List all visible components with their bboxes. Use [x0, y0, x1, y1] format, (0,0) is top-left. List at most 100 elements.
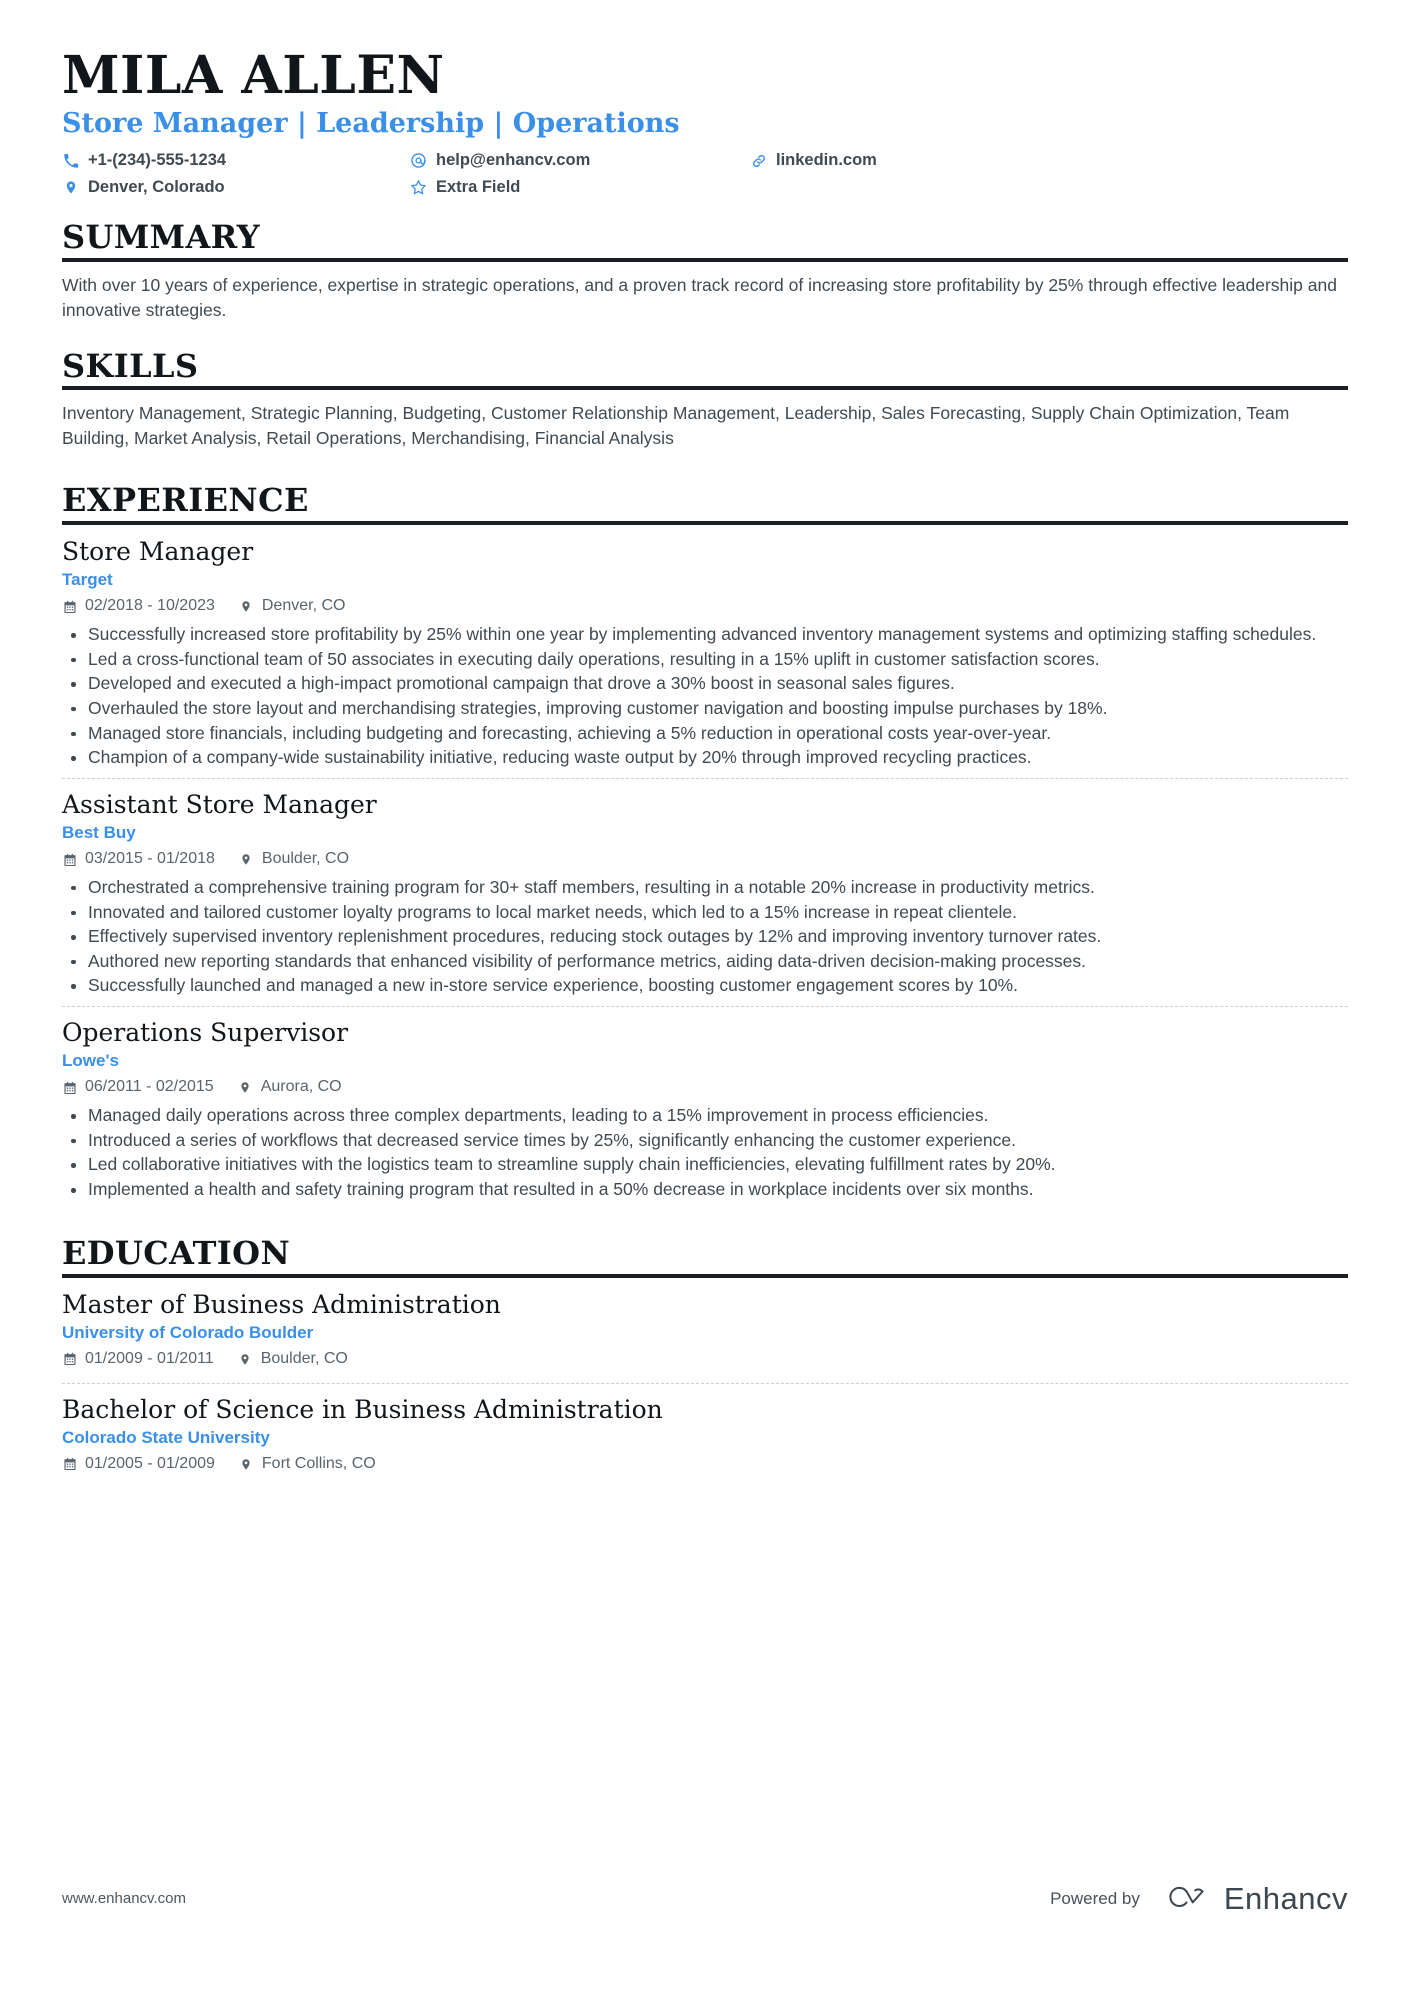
degree-title: Master of Business Administration [62, 1289, 501, 1319]
list-item: Introduced a series of workflows that de… [66, 1129, 1348, 1153]
contact-phone-text: +1-(234)-555-1234 [88, 151, 227, 170]
contact-linkedin[interactable]: linkedin.com [750, 150, 1348, 171]
list-item: Authored new reporting standards that en… [66, 950, 1348, 974]
contact-location: Denver, Colorado [62, 177, 410, 198]
section-education-title: EDUCATION [62, 1233, 291, 1272]
location-pin-icon [62, 179, 79, 196]
list-item: Effectively supervised inventory repleni… [66, 925, 1348, 949]
calendar-icon [62, 852, 77, 867]
resume-header: MILA ALLEN Store Manager | Leadership | … [62, 45, 1348, 198]
list-item: Led a cross-functional team of 50 associ… [66, 648, 1348, 672]
entry-meta: 01/2005 - 01/2009 Fort Collins, CO [62, 1454, 1348, 1475]
location-pin-icon [238, 1080, 253, 1095]
education-entry: Bachelor of Science in Business Administ… [62, 1382, 1348, 1488]
footer-website-url[interactable]: www.enhancv.com [62, 1890, 186, 1907]
powered-by-label: Powered by [1050, 1888, 1140, 1908]
section-divider [62, 257, 1348, 262]
list-item: Successfully launched and managed a new … [66, 974, 1348, 998]
company-name[interactable]: Best Buy [62, 822, 1348, 844]
contact-info: +1-(234)-555-1234 help@enhancv.com linke… [62, 150, 1348, 198]
location-pin-icon [238, 1352, 253, 1367]
job-title: Store Manager [62, 536, 254, 566]
entry-meta: 02/2018 - 10/2023 Denver, CO [62, 596, 1348, 617]
candidate-headline: Store Manager | Leadership | Operations [62, 108, 680, 140]
section-skills: SKILLS Inventory Management, Strategic P… [62, 346, 1348, 452]
list-item: Led collaborative initiatives with the l… [66, 1153, 1348, 1177]
section-divider [62, 1273, 1348, 1278]
list-item: Implemented a health and safety training… [66, 1178, 1348, 1202]
location-pin-icon [239, 599, 254, 614]
list-item: Managed daily operations across three co… [66, 1104, 1348, 1128]
contact-linkedin-text: linkedin.com [776, 151, 877, 170]
job-location-text: Aurora, CO [260, 1078, 342, 1096]
contact-email[interactable]: help@enhancv.com [410, 150, 750, 171]
job-location-text: Boulder, CO [261, 850, 350, 868]
location-pin-icon [239, 852, 254, 867]
list-item: Orchestrated a comprehensive training pr… [66, 876, 1348, 900]
contact-extra-field: Extra Field [410, 177, 750, 198]
date-range-text: 01/2009 - 01/2011 [85, 1349, 214, 1367]
company-name[interactable]: Lowe's [62, 1050, 1348, 1072]
contact-extra-field-text: Extra Field [436, 177, 521, 196]
section-experience: EXPERIENCE Store Manager Target 02/2018 … [62, 481, 1348, 1210]
job-location: Denver, CO [239, 596, 346, 617]
list-item: Innovated and tailored customer loyalty … [66, 901, 1348, 925]
date-range: 03/2015 - 01/2018 [62, 849, 215, 870]
list-item: Developed and executed a high-impact pro… [66, 672, 1348, 696]
school-location-text: Boulder, CO [260, 1349, 348, 1367]
entry-meta: 06/2011 - 02/2015 Aurora, CO [62, 1077, 1348, 1098]
company-name[interactable]: Target [62, 569, 1348, 591]
entry-meta: 03/2015 - 01/2018 Boulder, CO [62, 849, 1348, 870]
school-name[interactable]: Colorado State University [62, 1427, 1348, 1449]
date-range: 01/2005 - 01/2009 [62, 1454, 215, 1475]
enhancv-logo[interactable]: Enhancv [1162, 1880, 1348, 1917]
star-icon [410, 179, 427, 196]
email-icon [410, 152, 427, 169]
list-item: Champion of a company-wide sustainabilit… [66, 746, 1348, 770]
experience-entry: Store Manager Target 02/2018 - 10/2023 D… [62, 536, 1348, 778]
entry-meta: 01/2009 - 01/2011 Boulder, CO [62, 1349, 1348, 1370]
date-range: 06/2011 - 02/2015 [62, 1077, 214, 1098]
school-location-text: Fort Collins, CO [261, 1455, 376, 1473]
experience-entry: Operations Supervisor Lowe's 06/2011 - 0… [62, 1006, 1348, 1210]
resume-page: MILA ALLEN Store Manager | Leadership | … [0, 0, 1410, 1995]
date-range-text: 03/2015 - 01/2018 [85, 850, 215, 868]
calendar-icon [62, 1352, 77, 1367]
list-item: Successfully increased store profitabili… [66, 623, 1348, 647]
school-location: Fort Collins, CO [239, 1454, 376, 1475]
date-range: 02/2018 - 10/2023 [62, 596, 215, 617]
link-icon [750, 152, 767, 169]
summary-text: With over 10 years of experience, expert… [62, 274, 1337, 320]
job-location: Boulder, CO [239, 849, 349, 870]
section-summary: SUMMARY With over 10 years of experience… [62, 218, 1348, 323]
date-range-text: 01/2005 - 01/2009 [85, 1455, 215, 1473]
contact-location-text: Denver, Colorado [88, 177, 225, 196]
skills-text: Inventory Management, Strategic Planning… [62, 403, 1290, 449]
job-location-text: Denver, CO [261, 597, 346, 615]
calendar-icon [62, 1457, 77, 1472]
school-location: Boulder, CO [238, 1349, 348, 1370]
candidate-name: MILA ALLEN [62, 45, 445, 106]
list-item: Overhauled the store layout and merchand… [66, 697, 1348, 721]
section-divider [62, 520, 1348, 525]
school-name[interactable]: University of Colorado Boulder [62, 1322, 1348, 1344]
job-title: Assistant Store Manager [62, 789, 377, 819]
date-range-text: 02/2018 - 10/2023 [85, 597, 215, 615]
enhancv-wordmark: Enhancv [1223, 1881, 1348, 1916]
responsibility-list: Successfully increased store profitabili… [66, 623, 1348, 770]
responsibility-list: Orchestrated a comprehensive training pr… [66, 876, 1348, 998]
job-location: Aurora, CO [238, 1077, 342, 1098]
section-education: EDUCATION Master of Business Administrat… [62, 1233, 1348, 1488]
section-summary-title: SUMMARY [62, 218, 260, 257]
date-range: 01/2009 - 01/2011 [62, 1349, 214, 1370]
footer-branding: Powered by Enhancv [1050, 1880, 1348, 1917]
education-entry: Master of Business Administration Univer… [62, 1289, 1348, 1383]
date-range-text: 06/2011 - 02/2015 [85, 1078, 214, 1096]
section-experience-title: EXPERIENCE [62, 481, 309, 520]
calendar-icon [62, 599, 77, 614]
section-skills-title: SKILLS [62, 346, 199, 385]
enhancv-mark-icon [1162, 1880, 1214, 1917]
contact-phone[interactable]: +1-(234)-555-1234 [62, 150, 410, 171]
phone-icon [62, 152, 79, 169]
list-item: Managed store financials, including budg… [66, 722, 1348, 746]
